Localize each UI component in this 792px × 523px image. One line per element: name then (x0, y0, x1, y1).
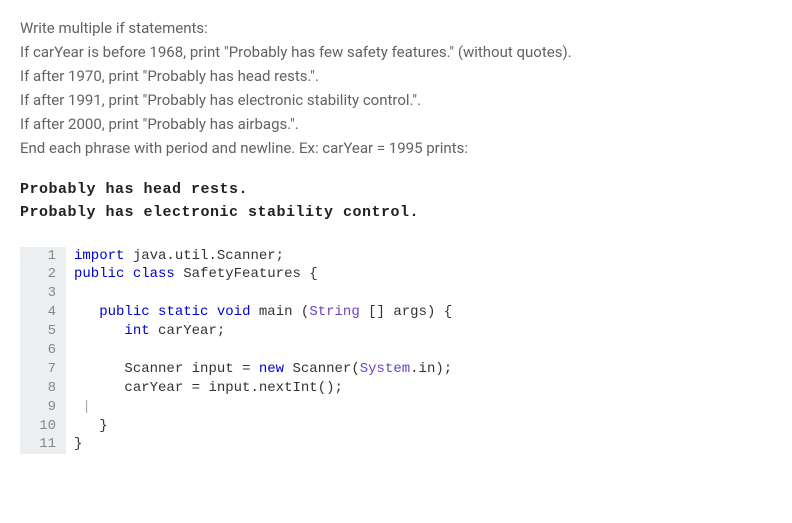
code-line: import java.util.Scanner; (66, 247, 284, 266)
class-name: SafetyFeatures (183, 266, 301, 282)
instruction-line: End each phrase with period and newline.… (20, 136, 772, 160)
type-string: String (309, 304, 359, 320)
line-number: 3 (20, 284, 66, 303)
code-row: 6 (20, 341, 772, 360)
keyword-public: public (99, 304, 149, 320)
method-nextint: nextInt (259, 380, 318, 396)
keyword-int: int (124, 323, 149, 339)
line-number: 8 (20, 379, 66, 398)
param-args: args (393, 304, 427, 320)
line-number: 2 (20, 265, 66, 284)
var-caryear: carYear (124, 380, 183, 396)
instruction-line: Write multiple if statements: (20, 16, 772, 40)
example-output-block: Probably has head rests. Probably has el… (20, 178, 772, 225)
keyword-void: void (217, 304, 251, 320)
code-line: } (66, 417, 108, 436)
example-output-line: Probably has electronic stability contro… (20, 201, 772, 224)
code-row: 8 carYear = input.nextInt(); (20, 379, 772, 398)
code-row: 3 (20, 284, 772, 303)
method-main: main (259, 304, 293, 320)
var-input: input (208, 380, 250, 396)
code-line: public class SafetyFeatures { (66, 265, 318, 284)
code-row: 11 } (20, 435, 772, 454)
line-number: 9 (20, 398, 66, 417)
line-number: 7 (20, 360, 66, 379)
code-row: 2 public class SafetyFeatures { (20, 265, 772, 284)
code-row: 1 import java.util.Scanner; (20, 247, 772, 266)
cursor-icon: | (82, 399, 90, 415)
type-scanner: Scanner (293, 361, 352, 377)
line-number: 4 (20, 303, 66, 322)
line-number: 6 (20, 341, 66, 360)
code-row: 5 int carYear; (20, 322, 772, 341)
line-number: 5 (20, 322, 66, 341)
code-line: public static void main (String [] args)… (66, 303, 452, 322)
instruction-line: If carYear is before 1968, print "Probab… (20, 40, 772, 64)
line-number: 1 (20, 247, 66, 266)
instruction-line: If after 1991, print "Probably has elect… (20, 88, 772, 112)
code-row: 7 Scanner input = new Scanner(System.in)… (20, 360, 772, 379)
code-editor[interactable]: 1 import java.util.Scanner; 2 public cla… (20, 247, 772, 455)
type-scanner: Scanner (124, 361, 183, 377)
code-row: 4 public static void main (String [] arg… (20, 303, 772, 322)
package-path: java.util.Scanner (133, 248, 276, 264)
var-caryear: carYear (158, 323, 217, 339)
code-line (66, 341, 82, 360)
code-line: carYear = input.nextInt(); (66, 379, 343, 398)
code-line: | (66, 398, 91, 417)
instruction-line: If after 1970, print "Probably has head … (20, 64, 772, 88)
code-line: int carYear; (66, 322, 225, 341)
class-system: System (360, 361, 410, 377)
keyword-static: static (158, 304, 208, 320)
var-input: input (192, 361, 234, 377)
line-number: 11 (20, 435, 66, 454)
code-row: 10 } (20, 417, 772, 436)
code-line: Scanner input = new Scanner(System.in); (66, 360, 452, 379)
keyword-import: import (74, 248, 124, 264)
example-output-line: Probably has head rests. (20, 178, 772, 201)
keyword-class: class (133, 266, 175, 282)
code-line (66, 284, 82, 303)
keyword-new: new (259, 361, 284, 377)
code-row: 9 | (20, 398, 772, 417)
line-number: 10 (20, 417, 66, 436)
keyword-public: public (74, 266, 124, 282)
code-line: } (66, 435, 82, 454)
instruction-line: If after 2000, print "Probably has airba… (20, 112, 772, 136)
field-in: in (419, 361, 436, 377)
instructions-block: Write multiple if statements: If carYear… (20, 16, 772, 160)
